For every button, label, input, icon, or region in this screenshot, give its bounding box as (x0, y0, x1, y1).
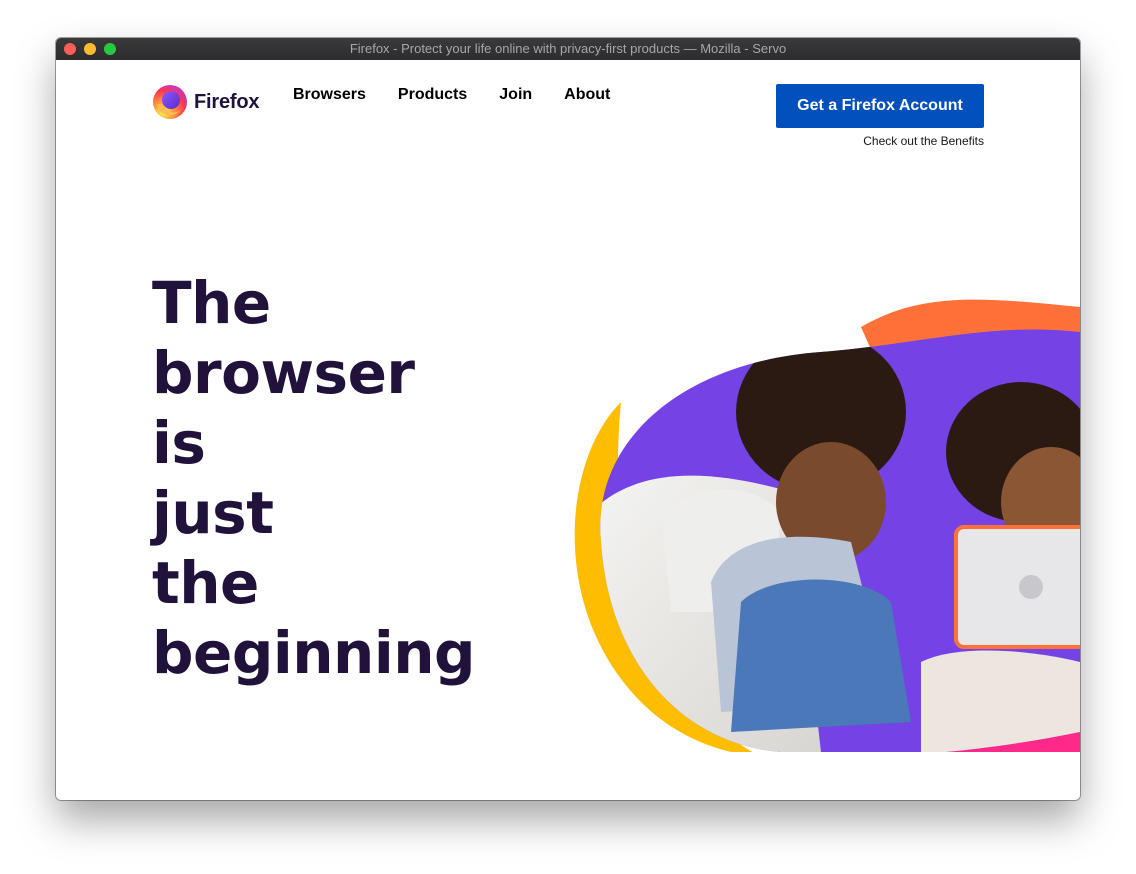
hero-heading: The browser is just the beginning (152, 268, 532, 688)
nav-item-about[interactable]: About (564, 86, 610, 104)
hero-line: the (152, 549, 259, 617)
get-firefox-account-button[interactable]: Get a Firefox Account (776, 84, 984, 128)
check-benefits-link[interactable]: Check out the Benefits (863, 134, 984, 148)
page-viewport: Firefox Browsers Products Join About Get… (56, 60, 1080, 800)
nav-item-browsers[interactable]: Browsers (293, 86, 366, 104)
window-title: Firefox - Protect your life online with … (349, 41, 787, 56)
firefox-logo-icon (153, 85, 187, 119)
hero-line: just (152, 479, 274, 547)
main-nav: Browsers Products Join About (293, 86, 642, 104)
browser-window: Firefox - Protect your life online with … (56, 38, 1080, 800)
nav-item-products[interactable]: Products (398, 86, 467, 104)
nav-item-join[interactable]: Join (499, 86, 532, 104)
hero-line: is (152, 409, 206, 477)
hero-line: The (152, 269, 271, 337)
hero-line: browser (152, 339, 415, 407)
firefox-logo-link[interactable]: Firefox (152, 84, 259, 120)
brand-name: Firefox (194, 90, 260, 113)
hero-illustration (574, 299, 1080, 752)
title-bar: Firefox - Protect your life online with … (56, 38, 1080, 61)
hero-line: beginning (152, 619, 476, 687)
